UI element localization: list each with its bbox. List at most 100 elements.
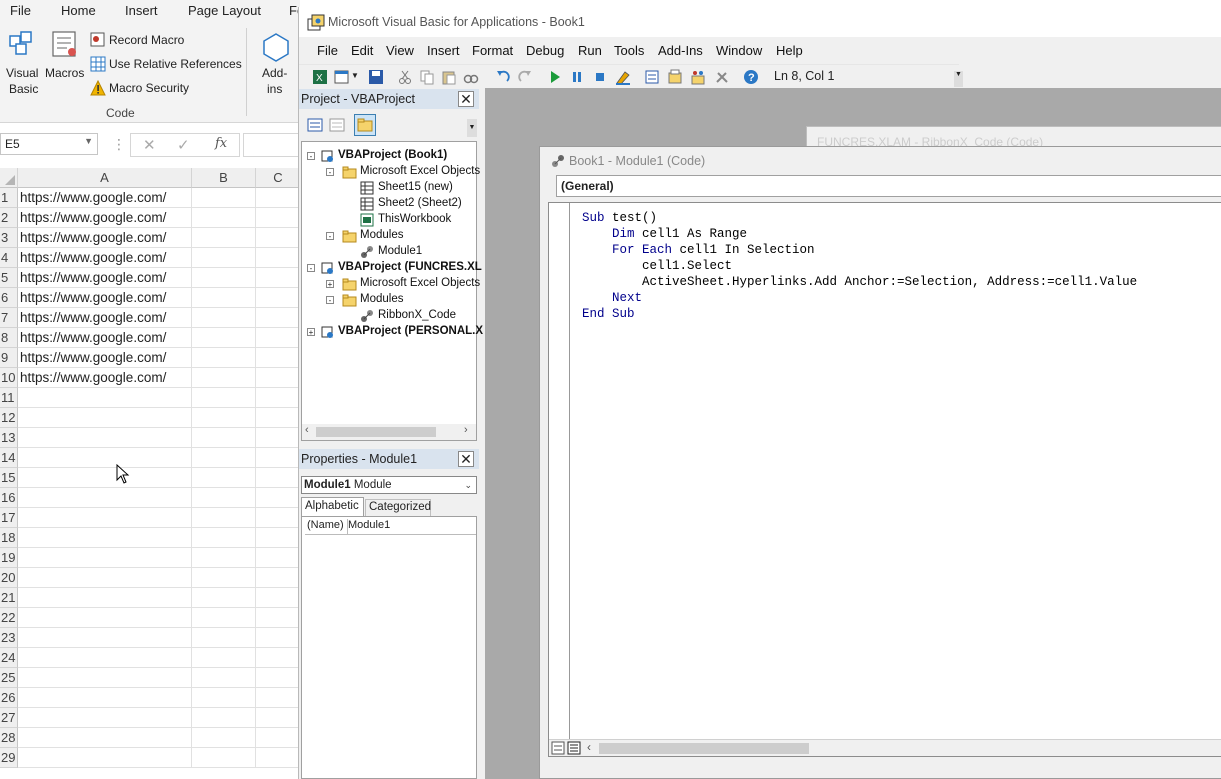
macros-button[interactable]: Macros [44, 28, 86, 84]
cell-a26[interactable] [18, 688, 192, 708]
cell-c23[interactable] [256, 628, 300, 648]
cell-b15[interactable] [192, 468, 256, 488]
chevron-down-icon[interactable]: ▼ [351, 71, 359, 80]
help-icon[interactable]: ? [743, 69, 759, 85]
menu-debug[interactable]: Debug [526, 43, 564, 58]
cell-b18[interactable] [192, 528, 256, 548]
collapse-icon[interactable]: - [326, 168, 334, 177]
scroll-right-icon[interactable]: › [464, 424, 468, 436]
code-line[interactable]: Sub test() [582, 211, 657, 225]
save-icon[interactable] [368, 69, 384, 85]
cell-b21[interactable] [192, 588, 256, 608]
menu-tools[interactable]: Tools [614, 43, 644, 58]
row-header-5[interactable]: 5 [0, 268, 18, 288]
properties-object-select[interactable]: Module1 Module ⌄ [301, 476, 477, 494]
row-header-1[interactable]: 1 [0, 188, 18, 208]
tree-node[interactable]: ThisWorkbook [378, 213, 451, 225]
cell-c13[interactable] [256, 428, 300, 448]
copy-icon[interactable] [419, 69, 435, 85]
cell-c15[interactable] [256, 468, 300, 488]
row-header-27[interactable]: 27 [0, 708, 18, 728]
cell-b12[interactable] [192, 408, 256, 428]
cell-a16[interactable] [18, 488, 192, 508]
row-header-18[interactable]: 18 [0, 528, 18, 548]
cell-c16[interactable] [256, 488, 300, 508]
design-mode-icon[interactable] [615, 69, 631, 85]
cell-b2[interactable] [192, 208, 256, 228]
cell-b19[interactable] [192, 548, 256, 568]
cell-b1[interactable] [192, 188, 256, 208]
cell-b14[interactable] [192, 448, 256, 468]
collapse-icon[interactable]: - [326, 232, 334, 241]
object-dropdown[interactable]: (General) [556, 175, 1221, 197]
collapse-icon[interactable]: - [307, 264, 315, 273]
collapse-icon[interactable]: - [326, 296, 334, 305]
tree-node[interactable]: VBAProject (Book1) [338, 149, 447, 161]
cell-b20[interactable] [192, 568, 256, 588]
column-header-a[interactable]: A [18, 168, 192, 188]
select-all-corner[interactable] [0, 168, 18, 188]
property-value[interactable]: Module1 [346, 519, 476, 535]
code-line[interactable]: ActiveSheet.Hyperlinks.Add Anchor:=Selec… [582, 275, 1137, 289]
menu-file[interactable]: File [317, 43, 338, 58]
add-ins-button[interactable]: Add- ins [258, 30, 294, 100]
tab-insert[interactable]: Insert [125, 3, 158, 18]
cell-a23[interactable] [18, 628, 192, 648]
code-line[interactable]: For Each cell1 In Selection [582, 243, 815, 257]
column-header-b[interactable]: B [192, 168, 256, 188]
toggle-folders-button[interactable] [354, 114, 376, 136]
cell-c28[interactable] [256, 728, 300, 748]
cell-b29[interactable] [192, 748, 256, 768]
column-header-c[interactable]: C [256, 168, 300, 188]
cell-b4[interactable] [192, 248, 256, 268]
row-header-8[interactable]: 8 [0, 328, 18, 348]
menu-insert[interactable]: Insert [427, 43, 460, 58]
tree-node[interactable]: Modules [360, 229, 403, 241]
undo-icon[interactable] [495, 69, 511, 85]
row-header-22[interactable]: 22 [0, 608, 18, 628]
cell-c11[interactable] [256, 388, 300, 408]
row-header-3[interactable]: 3 [0, 228, 18, 248]
project-explorer-icon[interactable] [644, 69, 660, 85]
cell-c24[interactable] [256, 648, 300, 668]
tree-node[interactable]: Sheet2 (Sheet2) [378, 197, 462, 209]
code-horizontal-scroll-thumb[interactable] [599, 743, 809, 754]
row-header-25[interactable]: 25 [0, 668, 18, 688]
row-header-21[interactable]: 21 [0, 588, 18, 608]
tab-categorized[interactable]: Categorized [365, 499, 431, 516]
cell-c10[interactable] [256, 368, 300, 388]
cancel-icon[interactable]: ✕ [143, 136, 156, 154]
cell-b10[interactable] [192, 368, 256, 388]
tab-file[interactable]: File [10, 3, 31, 18]
cell-b24[interactable] [192, 648, 256, 668]
paste-icon[interactable] [441, 69, 457, 85]
cell-b3[interactable] [192, 228, 256, 248]
row-header-23[interactable]: 23 [0, 628, 18, 648]
cell-b5[interactable] [192, 268, 256, 288]
cell-a7[interactable]: https://www.google.com/ [18, 308, 192, 328]
cell-c4[interactable] [256, 248, 300, 268]
scroll-left-icon[interactable]: ‹ [587, 740, 591, 754]
record-macro-button[interactable]: Record Macro [90, 32, 240, 50]
procedure-view-icon[interactable] [551, 741, 565, 755]
tree-node[interactable]: RibbonX_Code [378, 309, 456, 321]
find-icon[interactable] [463, 69, 479, 85]
code-line[interactable]: End Sub [582, 307, 635, 321]
cell-a24[interactable] [18, 648, 192, 668]
row-header-20[interactable]: 20 [0, 568, 18, 588]
insert-function-icon[interactable]: fx [215, 136, 227, 151]
cell-c3[interactable] [256, 228, 300, 248]
object-browser-icon[interactable] [690, 69, 706, 85]
scroll-thumb[interactable] [316, 427, 436, 437]
project-tree[interactable]: - VBAProject (Book1) - Microsoft Excel Obje… [301, 141, 483, 441]
code-line[interactable]: cell1.Select [582, 259, 732, 273]
cell-c17[interactable] [256, 508, 300, 528]
row-header-26[interactable]: 26 [0, 688, 18, 708]
cell-a2[interactable]: https://www.google.com/ [18, 208, 192, 228]
code-line[interactable]: Dim cell1 As Range [582, 227, 747, 241]
row-header-6[interactable]: 6 [0, 288, 18, 308]
collapse-icon[interactable]: - [307, 152, 315, 161]
tree-node[interactable]: VBAProject (PERSONAL.X [338, 325, 483, 337]
tab-home[interactable]: Home [61, 3, 96, 18]
visual-basic-button[interactable]: Visual Basic [3, 28, 41, 98]
